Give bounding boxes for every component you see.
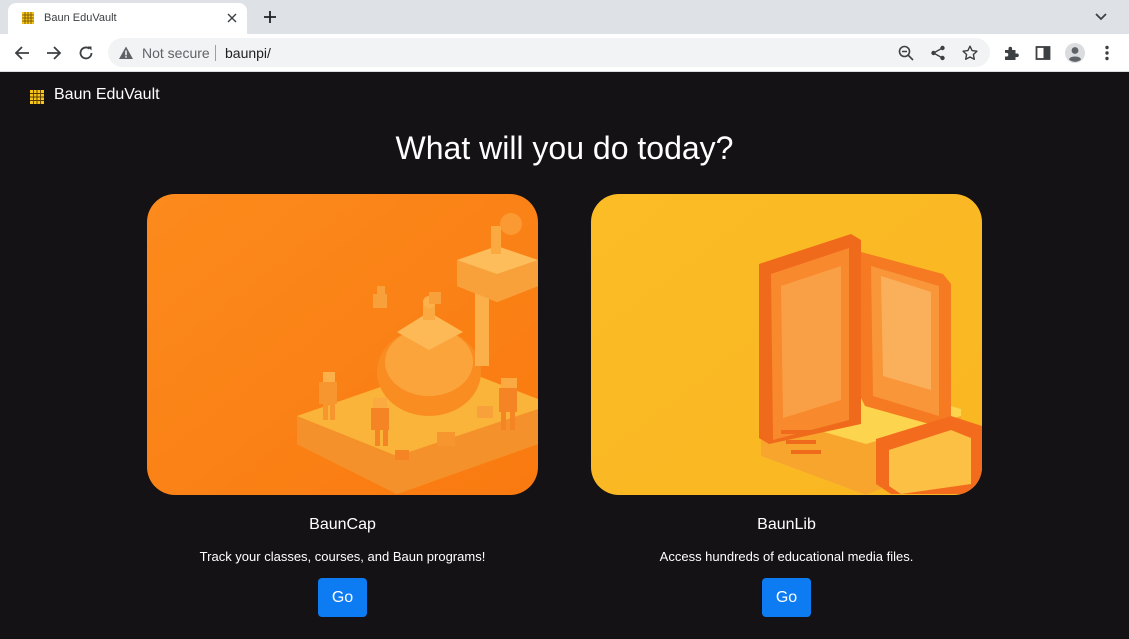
card-title: BaunCap bbox=[309, 516, 376, 533]
card-baunlib: BaunLib Access hundreds of educational m… bbox=[591, 194, 982, 617]
plus-icon[interactable] bbox=[258, 6, 282, 28]
brand-name: Baun EduVault bbox=[54, 86, 160, 103]
browser-toolbar: Not secure baunpi/ bbox=[0, 34, 1129, 72]
url-text[interactable]: baunpi/ bbox=[225, 45, 271, 61]
zoom-out-icon[interactable] bbox=[896, 43, 916, 63]
profile-icon[interactable] bbox=[1064, 42, 1086, 64]
page-content: Baun EduVault What will you do today? Ba… bbox=[0, 72, 1129, 639]
kebab-menu-icon[interactable] bbox=[1096, 42, 1118, 64]
bauncap-illustration bbox=[147, 194, 538, 495]
puzzle-icon[interactable] bbox=[1000, 42, 1022, 64]
navbar-brand[interactable]: Baun EduVault bbox=[30, 86, 160, 104]
baunlib-illustration bbox=[591, 194, 982, 495]
bauncap-go-button[interactable]: Go bbox=[318, 578, 367, 617]
tab-strip: Baun EduVault bbox=[0, 0, 1129, 34]
baunlib-go-button[interactable]: Go bbox=[762, 578, 811, 617]
chevron-down-icon[interactable] bbox=[1091, 7, 1111, 27]
side-panel-icon[interactable] bbox=[1032, 42, 1054, 64]
share-icon[interactable] bbox=[928, 43, 948, 63]
address-bar[interactable]: Not secure baunpi/ bbox=[108, 38, 990, 67]
browser-tab[interactable]: Baun EduVault bbox=[8, 3, 247, 34]
close-icon[interactable] bbox=[223, 9, 241, 27]
card-description: Track your classes, courses, and Baun pr… bbox=[199, 549, 486, 564]
warning-triangle-icon[interactable] bbox=[118, 45, 134, 61]
card-description: Access hundreds of educational media fil… bbox=[659, 549, 914, 564]
reload-icon[interactable] bbox=[72, 40, 100, 66]
grid-logo-icon bbox=[22, 12, 34, 24]
tab-title: Baun EduVault bbox=[44, 12, 117, 24]
star-icon[interactable] bbox=[960, 43, 980, 63]
card-title: BaunLib bbox=[757, 516, 816, 533]
page-title: What will you do today? bbox=[395, 130, 734, 166]
security-status[interactable]: Not secure bbox=[142, 45, 210, 61]
arrow-left-icon[interactable] bbox=[8, 40, 36, 66]
address-divider bbox=[215, 45, 216, 61]
arrow-right-icon[interactable] bbox=[40, 40, 68, 66]
card-bauncap: BaunCap Track your classes, courses, and… bbox=[147, 194, 538, 617]
grid-logo-icon bbox=[30, 90, 44, 104]
